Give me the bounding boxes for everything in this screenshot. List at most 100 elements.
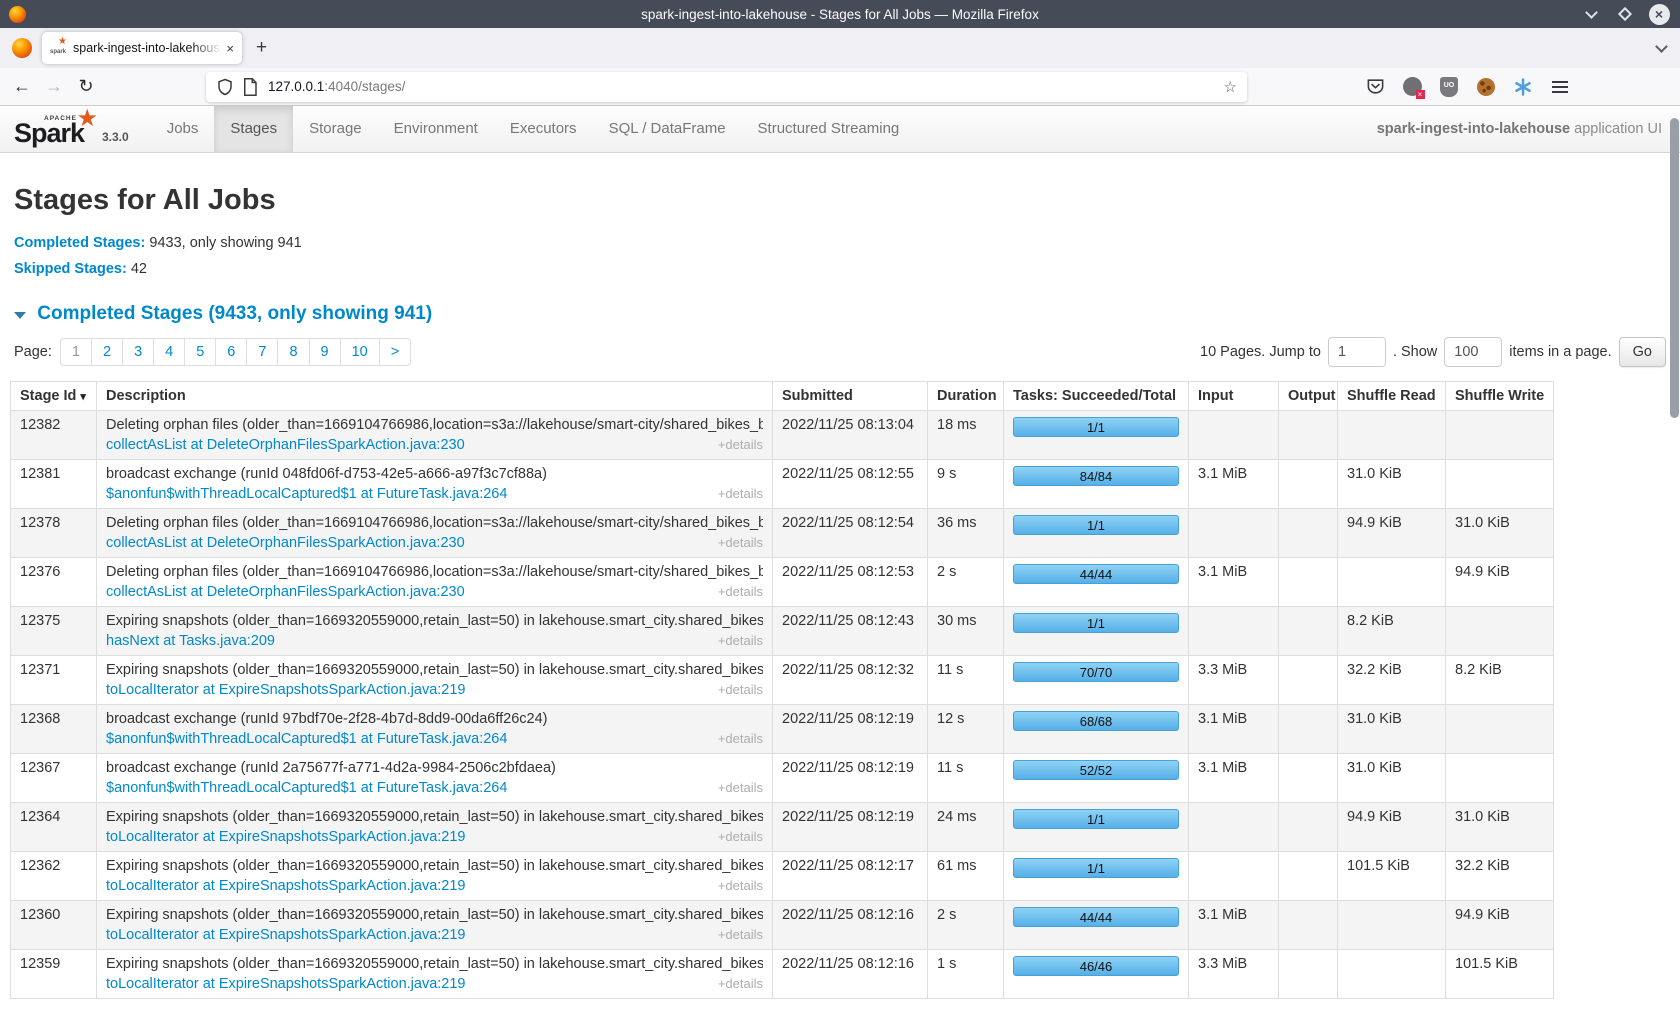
header-output[interactable]: Output — [1279, 382, 1338, 411]
header-tasks[interactable]: Tasks: Succeeded/Total — [1004, 382, 1189, 411]
details-toggle[interactable]: +details — [718, 633, 763, 648]
details-toggle[interactable]: +details — [718, 584, 763, 599]
details-toggle[interactable]: +details — [718, 976, 763, 991]
description-cell: Expiring snapshots (older_than=166932055… — [97, 607, 773, 656]
skipped-stages-link[interactable]: Skipped Stages: — [14, 261, 127, 277]
page-content: Stages for All Jobs Completed Stages: 94… — [0, 153, 1680, 999]
page-next-button[interactable]: > — [379, 338, 411, 366]
back-button[interactable]: ← — [6, 76, 38, 97]
nav-item-executors[interactable]: Executors — [494, 106, 593, 152]
spark-logo[interactable]: APACHE ★ Spark — [14, 106, 96, 152]
stage-callsite-link[interactable]: toLocalIterator at ExpireSnapshotsSparkA… — [106, 682, 466, 698]
new-tab-button[interactable]: + — [256, 37, 267, 59]
details-toggle[interactable]: +details — [718, 486, 763, 501]
details-toggle[interactable]: +details — [718, 682, 763, 697]
page-button-3[interactable]: 3 — [122, 338, 154, 366]
stage-callsite-link[interactable]: toLocalIterator at ExpireSnapshotsSparkA… — [106, 976, 466, 992]
nav-item-stages[interactable]: Stages — [214, 106, 293, 152]
stage-callsite-link[interactable]: $anonfun$withThreadLocalCaptured$1 at Fu… — [106, 486, 507, 502]
reload-button[interactable]: ↻ — [70, 76, 102, 97]
completed-stages-section-header[interactable]: Completed Stages (9433, only showing 941… — [14, 303, 1680, 325]
stage-callsite-link[interactable]: collectAsList at DeleteOrphanFilesSparkA… — [106, 535, 465, 551]
maximize-button[interactable] — [1614, 3, 1636, 25]
page-button-5[interactable]: 5 — [184, 338, 216, 366]
asterisk-extension-icon[interactable] — [1513, 77, 1533, 97]
duration-cell: 11 s — [928, 656, 1004, 705]
shuffle-read-cell — [1338, 950, 1446, 999]
stage-callsite-link[interactable]: collectAsList at DeleteOrphanFilesSparkA… — [106, 584, 465, 600]
firefox-icon[interactable] — [12, 38, 32, 58]
tasks-progress-bar: 46/46 — [1013, 956, 1179, 976]
nav-item-storage[interactable]: Storage — [293, 106, 378, 152]
header-submitted[interactable]: Submitted — [773, 382, 928, 411]
nav-item-structured-streaming[interactable]: Structured Streaming — [742, 106, 916, 152]
stage-callsite-link[interactable]: hasNext at Tasks.java:209 — [106, 633, 275, 649]
tab-close-icon[interactable]: × — [226, 41, 234, 56]
tasks-cell: 1/1 — [1004, 509, 1189, 558]
nav-item-sql-dataframe[interactable]: SQL / DataFrame — [593, 106, 742, 152]
stage-callsite-link[interactable]: $anonfun$withThreadLocalCaptured$1 at Fu… — [106, 731, 507, 747]
page-button-10[interactable]: 10 — [340, 338, 380, 366]
spark-favicon-icon: ★spark — [50, 40, 66, 56]
stage-description: Expiring snapshots (older_than=166932055… — [106, 956, 763, 972]
shuffle-read-cell — [1338, 558, 1446, 607]
navigation-toolbar: ← → ↻ 127.0.0.1:4040/stages/ ☆ UO — [0, 68, 1680, 106]
page-button-4[interactable]: 4 — [153, 338, 185, 366]
details-toggle[interactable]: +details — [718, 731, 763, 746]
stage-description: Deleting orphan files (older_than=166910… — [106, 564, 763, 580]
jump-to-page-input[interactable] — [1328, 337, 1386, 367]
header-description[interactable]: Description — [97, 382, 773, 411]
duration-cell: 36 ms — [928, 509, 1004, 558]
header-stage-id[interactable]: Stage Id▾ — [11, 382, 97, 411]
shield-icon[interactable] — [216, 78, 234, 96]
items-per-page-input[interactable] — [1444, 337, 1502, 367]
details-toggle[interactable]: +details — [718, 535, 763, 550]
output-cell — [1279, 754, 1338, 803]
page-button-1[interactable]: 1 — [60, 338, 92, 366]
stage-callsite-link[interactable]: collectAsList at DeleteOrphanFilesSparkA… — [106, 437, 465, 453]
page-info-icon[interactable] — [242, 78, 260, 96]
details-toggle[interactable]: +details — [718, 878, 763, 893]
close-button[interactable]: × — [1648, 3, 1670, 25]
scrollbar-thumb[interactable] — [1670, 118, 1679, 418]
stage-callsite-link[interactable]: toLocalIterator at ExpireSnapshotsSparkA… — [106, 878, 466, 894]
duration-cell: 24 ms — [928, 803, 1004, 852]
details-toggle[interactable]: +details — [718, 780, 763, 795]
completed-stages-link[interactable]: Completed Stages: — [14, 235, 145, 251]
page-button-8[interactable]: 8 — [277, 338, 309, 366]
nav-item-jobs[interactable]: Jobs — [151, 106, 215, 152]
tasks-cell: 52/52 — [1004, 754, 1189, 803]
details-toggle[interactable]: +details — [718, 437, 763, 452]
tasks-cell: 44/44 — [1004, 558, 1189, 607]
minimize-button[interactable] — [1580, 3, 1602, 25]
cookie-extension-icon[interactable] — [1476, 77, 1496, 97]
nav-item-environment[interactable]: Environment — [378, 106, 494, 152]
list-tabs-chevron-icon[interactable] — [1655, 40, 1668, 53]
ublock-shield-icon[interactable]: UO — [1439, 77, 1459, 97]
header-shuffle-write[interactable]: Shuffle Write — [1446, 382, 1554, 411]
page-button-6[interactable]: 6 — [215, 338, 247, 366]
browser-tab[interactable]: ★spark spark-ingest-into-lakehous × — [42, 32, 242, 64]
stage-id-cell: 12360 — [11, 901, 97, 950]
details-toggle[interactable]: +details — [718, 927, 763, 942]
header-duration[interactable]: Duration — [928, 382, 1004, 411]
header-input[interactable]: Input — [1189, 382, 1279, 411]
stage-description: Expiring snapshots (older_than=166932055… — [106, 858, 763, 874]
stage-callsite-link[interactable]: toLocalIterator at ExpireSnapshotsSparkA… — [106, 927, 466, 943]
stage-id-cell: 12378 — [11, 509, 97, 558]
extension-account-icon[interactable] — [1402, 77, 1422, 97]
bookmark-star-icon[interactable]: ☆ — [1224, 78, 1237, 96]
stage-callsite-link[interactable]: toLocalIterator at ExpireSnapshotsSparkA… — [106, 829, 466, 845]
pocket-icon[interactable] — [1365, 77, 1385, 97]
go-button[interactable]: Go — [1619, 337, 1666, 367]
page-button-2[interactable]: 2 — [91, 338, 123, 366]
page-button-7[interactable]: 7 — [246, 338, 278, 366]
menu-hamburger-icon[interactable] — [1550, 77, 1570, 97]
url-bar[interactable]: 127.0.0.1:4040/stages/ ☆ — [206, 72, 1247, 102]
stage-callsite-link[interactable]: $anonfun$withThreadLocalCaptured$1 at Fu… — [106, 780, 507, 796]
stage-id-cell: 12375 — [11, 607, 97, 656]
page-button-9[interactable]: 9 — [309, 338, 341, 366]
details-toggle[interactable]: +details — [718, 829, 763, 844]
header-shuffle-read[interactable]: Shuffle Read — [1338, 382, 1446, 411]
stage-id-cell: 12364 — [11, 803, 97, 852]
